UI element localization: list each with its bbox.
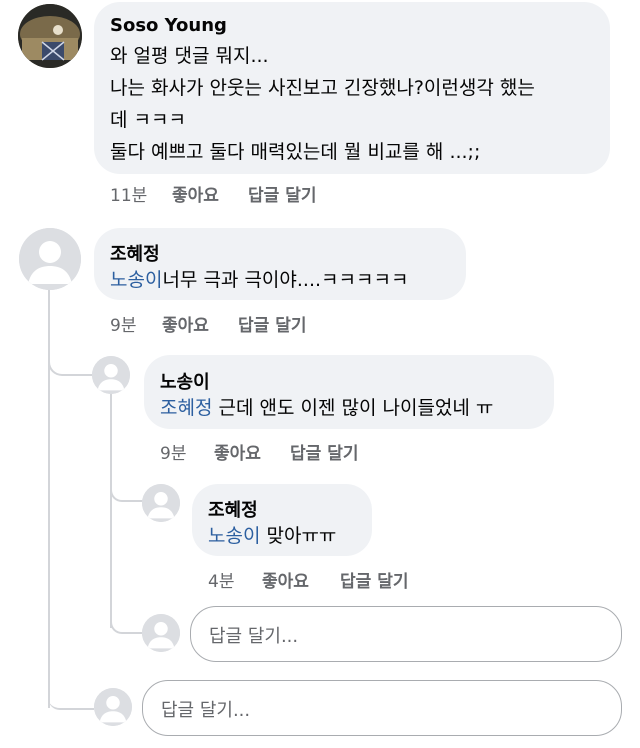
comment-author[interactable]: 노송이 [160, 368, 210, 394]
reply-button[interactable]: 답글 달기 [238, 311, 306, 336]
mention-link[interactable]: 노송이 [208, 525, 260, 547]
comment-text-line: 와 얼평 댓글 뭐지... [110, 45, 269, 67]
comment-text-line: 나는 화사가 안웃는 사진보고 긴장했나?이런생각 했는 [110, 77, 535, 99]
comment-text-body: 맞아ㅠㅠ [260, 525, 337, 547]
thread-branch-to-reply-1 [48, 352, 96, 376]
person-silhouette-icon [92, 356, 130, 394]
avatar-soso-young[interactable] [18, 4, 82, 68]
comment-text-body: 너무 극과 극이야....ㅋㅋㅋㅋㅋ [162, 269, 409, 291]
person-silhouette-icon [19, 228, 81, 290]
timestamp: 11분 [110, 186, 148, 206]
person-silhouette-icon [142, 614, 180, 652]
person-silhouette-icon [94, 688, 132, 726]
avatar-no-songi[interactable] [92, 356, 130, 394]
reply-input[interactable]: 답글 달기... [142, 680, 622, 736]
profile-photo-icon [18, 4, 82, 68]
reply-bubble-jo-hyejeong: 조혜정 노송이 맞아ㅠㅠ [192, 484, 372, 556]
comment-author[interactable]: 조혜정 [208, 496, 258, 522]
comment-text: 노송이 맞아ㅠㅠ [208, 520, 336, 552]
reply-bubble-no-songi: 노송이 조혜정 근데 앤도 이젠 많이 나이들었네 ㅠ [144, 355, 554, 429]
comment-author[interactable]: 조혜정 [110, 240, 160, 266]
timestamp: 9분 [110, 316, 137, 336]
reply-button[interactable]: 답글 달기 [340, 567, 408, 592]
mention-link[interactable]: 노송이 [110, 269, 162, 291]
like-button[interactable]: 좋아요 [162, 311, 209, 336]
comment-text-line: 데 ㅋㅋㅋ [110, 109, 186, 131]
person-silhouette-icon [142, 484, 180, 522]
like-button[interactable]: 좋아요 [172, 181, 219, 206]
mention-link[interactable]: 조혜정 [160, 397, 212, 419]
thread-branch-to-reply-box-nested [110, 612, 144, 634]
nested-reply-input[interactable]: 답글 달기... [190, 606, 622, 662]
comment-text: 노송이너무 극과 극이야....ㅋㅋㅋㅋㅋ [110, 264, 408, 296]
avatar-jo-hyejeong[interactable] [19, 228, 81, 290]
like-button[interactable]: 좋아요 [214, 439, 261, 464]
avatar-current-user [94, 688, 132, 726]
thread-line-level2 [110, 392, 112, 628]
timestamp: 9분 [160, 444, 187, 464]
comment-author[interactable]: Soso Young [110, 15, 227, 36]
comment-text-body: 근데 앤도 이젠 많이 나이들었네 ㅠ [212, 397, 494, 419]
like-button[interactable]: 좋아요 [262, 567, 309, 592]
thread-branch-to-reply-2 [110, 482, 144, 502]
comment-bubble-soso-young: Soso Young 와 얼평 댓글 뭐지... 나는 화사가 안웃는 사진보고… [94, 2, 610, 174]
thread-branch-to-nested-reply-box [48, 690, 94, 710]
reply-input-placeholder: 답글 달기... [209, 626, 299, 647]
avatar-current-user [142, 614, 180, 652]
reply-button[interactable]: 답글 달기 [248, 181, 316, 206]
comment-bubble-jo-hyejeong: 조혜정 노송이너무 극과 극이야....ㅋㅋㅋㅋㅋ [94, 228, 466, 300]
comment-text: 조혜정 근데 앤도 이젠 많이 나이들었네 ㅠ [160, 392, 493, 424]
reply-input-placeholder: 답글 달기... [161, 700, 251, 721]
avatar-jo-hyejeong-reply[interactable] [142, 484, 180, 522]
reply-button[interactable]: 답글 달기 [290, 439, 358, 464]
comment-text-line: 둘다 예쁘고 둘다 매력있는데 뭘 비교를 해 ...;; [110, 141, 481, 163]
timestamp: 4분 [208, 572, 235, 592]
